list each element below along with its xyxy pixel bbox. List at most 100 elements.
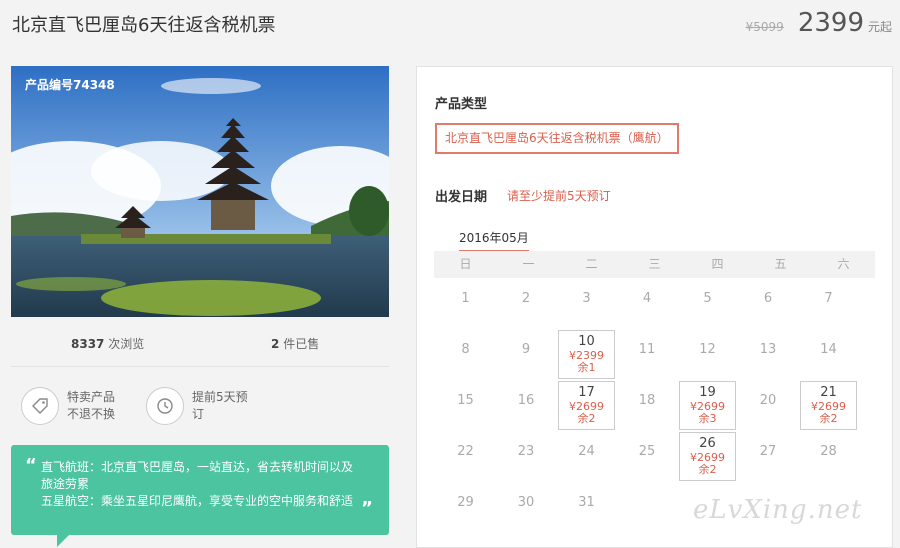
calendar-day: 24 [558, 432, 615, 481]
day-number: 31 [578, 495, 595, 510]
highlight-pointer [57, 535, 69, 547]
feature-advance-line2: 订 [192, 407, 205, 421]
calendar-day: 23 [498, 432, 555, 481]
calendar-day: 27 [740, 432, 797, 481]
day-number: 14 [820, 342, 837, 357]
views-count: 8337 [71, 337, 105, 351]
highlight-line1: 直飞航班：北京直飞巴厘岛，一站直达，省去转机时间以及 [41, 460, 354, 474]
close-quote-icon: ” [361, 498, 373, 519]
day-number: 17 [578, 385, 595, 400]
day-number: 19 [699, 385, 716, 400]
weekday-sat: 六 [837, 257, 850, 271]
price-unit: 元起 [867, 20, 892, 34]
feature-special-line1: 特卖产品 [67, 390, 116, 404]
day-number: 29 [457, 495, 474, 510]
departure-date-label: 出发日期 [435, 190, 488, 205]
day-number: 23 [517, 444, 535, 459]
product-title: 北京直飞巴厘岛6天往返含税机票 [12, 15, 276, 36]
day-remaining: 余3 [698, 412, 717, 425]
departure-hint: 请至少提前5天预订 [507, 189, 611, 203]
day-number: 9 [521, 342, 531, 357]
booking-panel: 产品类型 北京直飞巴厘岛6天往返含税机票（鹰航） 出发日期 请至少提前5天预订 … [416, 66, 893, 548]
calendar-day: 16 [498, 381, 555, 430]
day-number: 8 [461, 342, 470, 357]
product-summary: 产品编号74348 8337 次浏览 2 件已售 特卖产品 不退不换 提前5天预… [11, 66, 389, 547]
calendar-day: 22 [437, 432, 494, 481]
day-number: 1 [461, 291, 470, 306]
watermark: eLvXing.net [693, 495, 863, 525]
calendar-month-tab[interactable]: 2016年05月 [459, 229, 529, 252]
calendar-day: 28 [800, 432, 857, 481]
day-number: 12 [699, 342, 716, 357]
tag-icon [21, 387, 59, 425]
calendar-day: 2 [498, 279, 555, 328]
calendar-day: 8 [437, 330, 494, 379]
calendar-day-available[interactable]: 17 ¥2699 余2 [558, 381, 615, 430]
calendar-day: 5 [679, 279, 736, 328]
feature-advance-line1: 提前5天预 [192, 390, 248, 404]
weekday-sun: 日 [459, 257, 472, 271]
feature-list: 特卖产品 不退不换 提前5天预 订 [11, 367, 389, 447]
calendar-weekday-header: 日 一 二 三 四 五 六 [434, 251, 875, 278]
feature-special-offer: 特卖产品 不退不换 [21, 387, 115, 425]
day-number: 5 [703, 291, 712, 306]
calendar-day: 30 [498, 483, 555, 532]
day-number: 21 [820, 385, 837, 400]
day-number: 30 [517, 495, 535, 510]
weekday-mon: 一 [522, 257, 535, 271]
clock-icon [146, 387, 184, 425]
day-number: 2 [521, 291, 531, 306]
weekday-fri: 五 [774, 257, 787, 271]
feature-special-line2: 不退不换 [67, 407, 116, 421]
highlight-box: “ 直飞航班：北京直飞巴厘岛，一站直达，省去转机时间以及 旅途劳累 五星航空：乘… [11, 445, 389, 535]
day-remaining: 余1 [577, 361, 596, 374]
weekday-tue: 二 [585, 257, 598, 271]
day-number: 7 [824, 291, 833, 306]
day-number: 27 [759, 444, 777, 459]
day-number: 20 [759, 393, 777, 408]
day-remaining: 余2 [577, 412, 596, 425]
day-number: 3 [582, 291, 591, 306]
day-number: 25 [638, 444, 656, 459]
calendar-day-available[interactable]: 21 ¥2699 余2 [800, 381, 857, 430]
day-number: 11 [638, 342, 656, 357]
highlight-line3: 五星航空：乘坐五星印尼鹰航，享受专业的空中服务和舒适 [41, 494, 354, 508]
price-block: ¥5099 2399 元起 [746, 8, 892, 38]
calendar-day: 11 [619, 330, 676, 379]
calendar-day-available[interactable]: 26 ¥2699 余2 [679, 432, 736, 481]
day-number: 28 [820, 444, 837, 459]
views-label: 次浏览 [108, 337, 145, 351]
calendar-day-available[interactable]: 10 ¥2399 余1 [558, 330, 615, 379]
day-number: 16 [517, 393, 535, 408]
calendar-day: 14 [800, 330, 857, 379]
calendar-day: 4 [619, 279, 676, 328]
open-quote-icon: “ [25, 455, 37, 476]
day-number: 4 [642, 291, 652, 306]
product-type-option[interactable]: 北京直飞巴厘岛6天往返含税机票（鹰航） [435, 123, 679, 154]
day-number: 24 [578, 444, 595, 459]
calendar-day: 3 [558, 279, 615, 328]
views-stat: 8337 次浏览 [71, 335, 144, 352]
stats-bar: 8337 次浏览 2 件已售 [11, 317, 389, 367]
sold-label: 件已售 [283, 337, 320, 351]
calendar-day: 18 [619, 381, 676, 430]
day-number: 18 [638, 393, 656, 408]
calendar-day: 12 [679, 330, 736, 379]
bali-temple-image [11, 66, 389, 317]
calendar-day: 1 [437, 279, 494, 328]
sold-count: 2 [271, 337, 280, 351]
day-number: 10 [578, 334, 595, 349]
day-remaining: 余2 [698, 463, 717, 476]
feature-advance-booking: 提前5天预 订 [146, 387, 248, 425]
calendar-day: 25 [619, 432, 676, 481]
calendar-day: 6 [740, 279, 797, 328]
product-photo[interactable]: 产品编号74348 [11, 66, 389, 317]
calendar-day: 9 [498, 330, 555, 379]
calendar-day-available[interactable]: 19 ¥2699 余3 [679, 381, 736, 430]
calendar-day: 20 [740, 381, 797, 430]
calendar-day: 15 [437, 381, 494, 430]
calendar-day: 13 [740, 330, 797, 379]
day-number: 15 [457, 393, 474, 408]
calendar-day: 29 [437, 483, 494, 532]
original-price: ¥5099 [745, 20, 784, 34]
